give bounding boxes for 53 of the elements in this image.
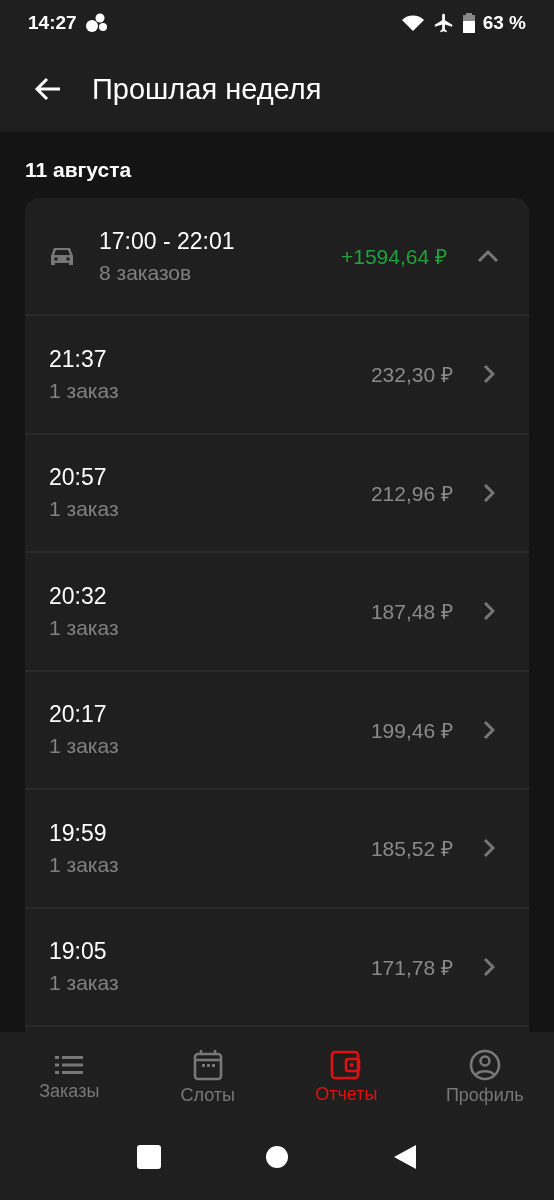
order-row[interactable]: 20:32 1 заказ 187,48 ₽ (25, 553, 529, 672)
back-icon[interactable] (393, 1144, 417, 1170)
order-time: 20:57 (49, 464, 108, 492)
order-amount: 199,46 ₽ (370, 717, 453, 744)
chevron-right-icon (483, 719, 495, 740)
nav-tab[interactable]: Заказы (0, 1032, 139, 1122)
order-amount: 232,30 ₽ (370, 362, 453, 389)
order-count: 1 заказ (49, 971, 120, 996)
order-row[interactable]: 19:05 1 заказ 171,78 ₽ (25, 908, 529, 1027)
order-count: 1 заказ (49, 615, 120, 640)
date-heading: 11 августа (25, 157, 133, 183)
order-count: 1 заказ (49, 378, 120, 403)
chevron-right-icon (483, 601, 495, 622)
shift-total: +1594,64 ₽ (341, 244, 447, 270)
order-amount: 171,78 ₽ (370, 954, 453, 981)
bubbles-icon (84, 13, 109, 33)
order-count: 1 заказ (49, 734, 120, 759)
shift-time: 17:00 - 22:01 (99, 227, 236, 255)
clock: 14:27 (28, 12, 77, 34)
nav-tab[interactable]: Слоты (138, 1032, 277, 1122)
chevron-up-icon[interactable] (477, 249, 499, 263)
chevron-right-icon (483, 838, 495, 859)
calendar-icon (191, 1048, 224, 1081)
order-row[interactable]: 21:37 1 заказ 232,30 ₽ (25, 316, 529, 435)
wallet-icon (330, 1049, 363, 1080)
chevron-right-icon (483, 956, 495, 977)
order-count: 1 заказ (49, 497, 120, 522)
profile-icon (468, 1048, 501, 1081)
order-time: 20:32 (49, 582, 108, 610)
wifi-icon (400, 14, 425, 32)
order-time: 21:37 (49, 345, 108, 373)
chevron-right-icon (483, 364, 495, 385)
order-time: 19:05 (49, 938, 108, 966)
order-row[interactable]: 20:57 1 заказ 212,96 ₽ (25, 434, 529, 553)
airplane-icon (432, 12, 455, 34)
order-amount: 187,48 ₽ (370, 599, 453, 626)
shift-orders: 8 заказов (99, 260, 193, 285)
shift-header[interactable]: 17:00 - 22:01 8 заказов +1594,64 ₽ (25, 198, 529, 316)
order-row[interactable]: 20:17 1 заказ 199,46 ₽ (25, 671, 529, 790)
order-count: 1 заказ (49, 852, 120, 877)
chevron-right-icon (483, 482, 495, 503)
back-arrow-icon[interactable] (34, 77, 62, 101)
home-icon[interactable] (265, 1145, 289, 1169)
nav-tab[interactable]: Профиль (415, 1032, 554, 1122)
order-time: 20:17 (49, 701, 108, 729)
order-amount: 212,96 ₽ (370, 480, 453, 507)
battery-level: 63 % (482, 12, 526, 34)
page-title: Прошлая неделя (92, 72, 322, 106)
order-row[interactable]: 19:59 1 заказ 185,52 ₽ (25, 790, 529, 909)
order-time: 19:59 (49, 819, 108, 847)
battery-icon (462, 13, 475, 33)
car-icon (49, 245, 75, 267)
order-amount: 185,52 ₽ (370, 836, 453, 863)
